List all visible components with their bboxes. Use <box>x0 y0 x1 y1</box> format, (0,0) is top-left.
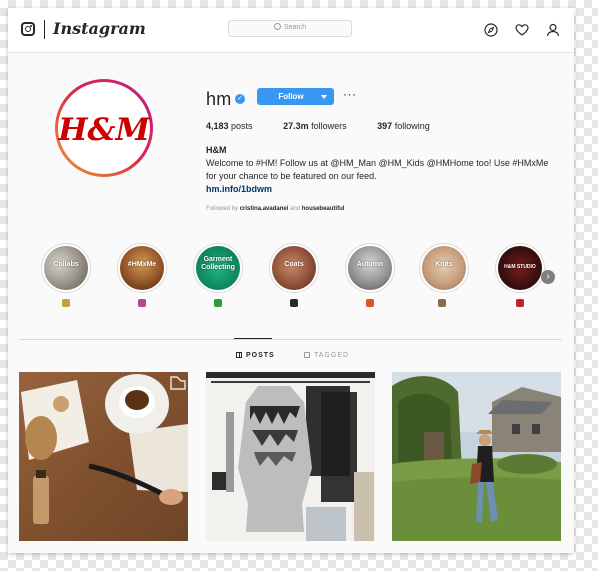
instagram-wordmark[interactable]: Instagram <box>53 19 146 38</box>
search-input[interactable]: Search <box>228 20 352 37</box>
tab-posts[interactable]: POSTS <box>236 352 275 359</box>
heart-icon[interactable] <box>515 23 529 37</box>
more-options-icon[interactable]: ··· <box>343 87 357 101</box>
lips-emoji-icon <box>516 299 524 307</box>
browser-page: Instagram Search H&M hm ✓ Follow ··· 4,1… <box>8 8 574 553</box>
recycle-emoji-icon <box>214 299 222 307</box>
grid-icon <box>236 352 242 358</box>
search-icon <box>273 23 281 30</box>
highlight-label: #HMxMe <box>127 261 157 268</box>
highlight-label: Coats <box>284 261 304 268</box>
profile-stats: 4,183 posts 27.3m followers 397 followin… <box>206 121 458 131</box>
following-stat[interactable]: 397 following <box>377 121 430 131</box>
followed-by-user-1[interactable]: cristina.avadanei <box>240 206 289 212</box>
followed-by-text: Followed by cristina.avadanei and houseb… <box>206 206 345 212</box>
hm-logo: H&M <box>58 112 150 148</box>
highlights-next-arrow-icon[interactable]: › <box>541 270 555 284</box>
knit-sweater-photo <box>206 372 375 541</box>
profile-full-name: H&M <box>206 145 227 155</box>
tabs-divider <box>19 339 562 340</box>
logo-divider <box>44 20 45 39</box>
suggestions-dropdown-button[interactable] <box>314 88 334 105</box>
posts-stat: 4,183 posts <box>206 121 253 131</box>
bio-line-2: for your chance to be featured on our fe… <box>206 171 377 181</box>
active-tab-indicator <box>234 338 272 339</box>
highlight-label: H&M STUDIO <box>504 264 536 270</box>
highlight-label: Garment Collecting <box>201 256 235 271</box>
cat-emoji-icon <box>138 299 146 307</box>
top-navigation-bar: Instagram Search <box>8 8 574 53</box>
followers-stat[interactable]: 27.3m followers <box>283 121 347 131</box>
profile-avatar[interactable]: H&M <box>55 79 153 177</box>
profile-person-icon[interactable] <box>546 23 560 37</box>
knitting-emoji-icon <box>438 299 446 307</box>
highlight-label: Autumn <box>356 261 384 268</box>
profile-username: hm <box>206 89 232 109</box>
highlight-coats[interactable]: Coats <box>269 243 319 293</box>
tagged-person-icon <box>304 352 310 358</box>
post-thumbnail-2[interactable] <box>206 372 375 541</box>
highlight-collabs[interactable]: Collabs <box>41 243 91 293</box>
coffee-table-photo <box>19 372 188 541</box>
tab-posts-label: POSTS <box>246 352 275 359</box>
followed-by-user-2[interactable]: housebeautiful <box>302 206 345 212</box>
highlight-autumn[interactable]: Autumn <box>345 243 395 293</box>
bio-line-1: Welcome to #HM! Follow us at @HM_Man @HM… <box>206 158 549 168</box>
compass-icon[interactable] <box>484 23 498 37</box>
highlight-garment-collecting[interactable]: Garment Collecting <box>193 243 243 293</box>
highlight-label: Collabs <box>53 261 79 268</box>
highlight-knits[interactable]: Knits <box>419 243 469 293</box>
verified-badge-icon: ✓ <box>235 94 245 104</box>
tab-tagged-label: TAGGED <box>314 352 350 359</box>
tab-tagged[interactable]: TAGGED <box>304 352 349 359</box>
sparkle-emoji-icon <box>62 299 70 307</box>
post-thumbnail-1[interactable] <box>19 372 188 541</box>
avatar-logo-text: H&M <box>58 112 150 148</box>
highlight-label: Knits <box>435 261 453 268</box>
garden-house-photo <box>392 372 561 541</box>
leaf-emoji-icon <box>366 299 374 307</box>
bio-link[interactable]: hm.info/1bdwm <box>206 183 566 196</box>
highlight-hmxme[interactable]: #HMxMe <box>117 243 167 293</box>
highlight-hm-studio[interactable]: H&M STUDIO <box>495 243 545 293</box>
coat-emoji-icon <box>290 299 298 307</box>
post-thumbnail-3[interactable] <box>392 372 561 541</box>
search-placeholder: Search <box>283 24 307 31</box>
instagram-camera-icon[interactable] <box>21 22 35 36</box>
profile-bio: H&M Welcome to #HM! Follow us at @HM_Man… <box>206 144 566 196</box>
